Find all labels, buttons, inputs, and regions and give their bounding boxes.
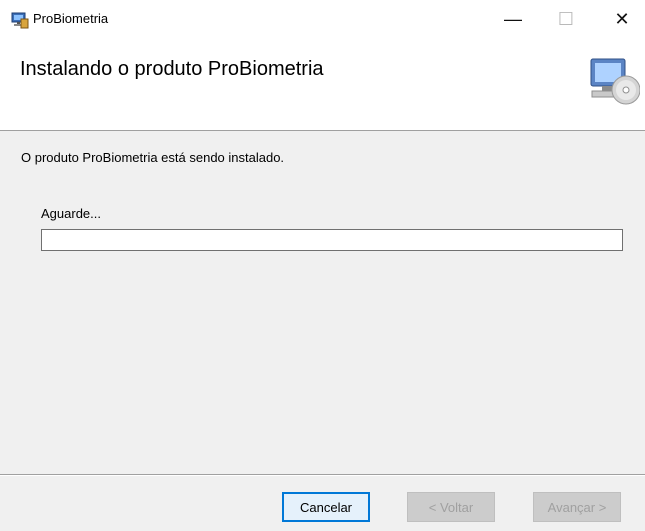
maximize-icon: ☐ <box>557 8 575 29</box>
page-title: Instalando o produto ProBiometria <box>20 58 324 80</box>
back-button[interactable]: < Voltar <box>407 492 495 522</box>
window-title: ProBiometria <box>33 11 109 26</box>
cancel-button[interactable]: Cancelar <box>282 492 370 522</box>
install-progress-bar <box>41 229 623 251</box>
app-icon <box>11 12 29 29</box>
minimize-button[interactable]: — <box>490 0 536 38</box>
close-icon: ✕ <box>614 8 630 29</box>
installer-computer-disc-icon <box>590 58 640 105</box>
maximize-button[interactable]: ☐ <box>543 0 589 38</box>
header-panel: Instalando o produto ProBiometria <box>0 38 645 131</box>
install-status-text: O produto ProBiometria está sendo instal… <box>21 150 285 165</box>
footer-divider <box>0 474 645 476</box>
title-bar: ProBiometria — ☐ ✕ <box>0 0 645 38</box>
close-button[interactable]: ✕ <box>599 0 645 38</box>
minimize-icon: — <box>504 8 522 29</box>
next-button[interactable]: Avançar > <box>533 492 621 522</box>
wait-label: Aguarde... <box>41 206 101 221</box>
